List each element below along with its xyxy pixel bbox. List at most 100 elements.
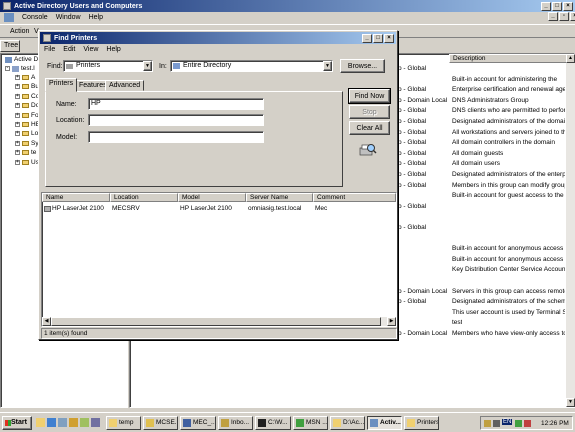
col-server-name[interactable]: Server Name [246,193,313,202]
expand-icon[interactable]: + [15,150,20,156]
maximize-button[interactable]: □ [552,1,562,11]
hscroll-thumb[interactable] [51,317,381,326]
description-header[interactable]: Description [449,54,567,63]
mdi-minimize-button[interactable]: _ [548,12,558,21]
ie-icon[interactable] [47,418,56,427]
in-select[interactable]: Entire Directory ▼ [170,60,333,72]
collapse-icon[interactable]: - [5,66,10,71]
find-now-button[interactable]: Find Now [348,88,391,104]
outlook-icon[interactable] [58,418,67,427]
description-cell: Built-in account for anonymous access to… [452,255,565,263]
tree-item[interactable]: + te [15,149,36,156]
tree-item[interactable]: + HE [15,121,40,128]
dialog-minimize-button[interactable]: _ [362,33,372,43]
close-button[interactable]: × [563,1,573,11]
language-indicator[interactable]: EN [502,419,513,425]
tree-item[interactable]: + Us [15,159,39,166]
scroll-up-button[interactable]: ▲ [566,54,575,63]
tray-icon-volume[interactable] [493,420,500,427]
expand-icon[interactable]: + [15,131,20,137]
taskbar-button[interactable]: MSN ... [293,416,328,430]
tree-item[interactable]: + A [15,74,35,81]
tree-item[interactable]: + Fo [15,112,39,119]
taskbar-button[interactable]: C:\W... [255,416,291,430]
dialog-close-button[interactable]: × [384,33,394,43]
description-cell: All domain controllers in the domain [452,139,555,147]
tray-icon-msn[interactable] [515,420,522,427]
details-scrollbar[interactable]: ▲ ▼ [566,54,575,407]
minimize-button[interactable]: _ [541,1,551,11]
expand-icon[interactable]: + [15,103,20,109]
taskbar-button[interactable]: MEC_... [180,416,216,430]
explorer-icon[interactable] [69,418,78,427]
dialog-maximize-button[interactable]: □ [373,33,383,43]
col-name[interactable]: Name [42,193,110,202]
model-field[interactable] [88,131,264,143]
tab-advanced[interactable]: Advanced [105,80,145,91]
desktop-icon[interactable] [91,418,100,427]
tray-icon-network[interactable] [484,420,491,427]
dialog-menu-file[interactable]: File [44,46,55,53]
tree-item[interactable]: + Sy [15,140,39,147]
folder-icon [22,131,29,137]
expand-icon[interactable]: + [15,84,20,90]
dialog-menu-help[interactable]: Help [106,46,120,53]
tree-item[interactable]: + Lo [15,130,38,137]
tree-item[interactable]: + Bu [15,83,39,90]
stop-button[interactable]: Stop [349,105,390,119]
col-model[interactable]: Model [178,193,246,202]
tab-printers[interactable]: Printers [45,78,78,92]
tree-item[interactable]: + Co [15,93,39,100]
mdi-restore-button[interactable]: ▫ [559,12,569,21]
scroll-down-button[interactable]: ▼ [566,398,575,407]
col-location[interactable]: Location [110,193,178,202]
taskbar-button[interactable]: Activ... [367,416,402,430]
in-dropdown-arrow[interactable]: ▼ [323,61,332,71]
find-printers-dialog: Find Printers _ □ × File Edit View Help … [38,30,398,340]
expand-icon[interactable]: + [15,75,20,80]
taskbar-button[interactable]: temp [106,416,141,430]
menu-console[interactable]: Console [22,14,48,21]
taskbar-button[interactable]: MCSE... [143,416,178,430]
quick-launch-icon[interactable] [36,418,45,427]
find-select[interactable]: Printers ▼ [63,60,153,72]
expand-icon[interactable]: + [15,140,20,146]
taskbar-button-label: Activ... [380,419,401,426]
expand-icon[interactable]: + [15,159,20,165]
location-field[interactable] [88,114,264,126]
taskbar-button[interactable]: D:\Ac... [330,416,365,430]
mdi-close-button[interactable]: × [570,12,575,21]
dialog-menu-edit[interactable]: Edit [63,46,75,53]
scroll-right-button[interactable]: ▶ [387,317,396,326]
action-menu[interactable]: Action [10,28,29,35]
task-icon [221,419,229,427]
tree-tab[interactable]: Tree [0,40,20,52]
tab-panel: Name: HP Location: Model: [45,91,343,187]
tree-item[interactable]: + Do [15,102,39,109]
results-list[interactable]: Name Location Model Server Name Comment … [41,192,397,327]
clock[interactable]: 12:26 PM [541,420,569,427]
tree-root[interactable]: Active Dir [5,56,42,63]
menu-help[interactable]: Help [89,14,103,21]
browse-button[interactable]: Browse... [340,59,385,73]
results-hscrollbar[interactable]: ◀ ▶ [42,317,396,326]
launch-icon[interactable] [80,418,89,427]
tray-icon-antivirus[interactable] [524,420,531,427]
expand-icon[interactable]: + [15,93,20,99]
menu-window[interactable]: Window [56,14,81,21]
taskbar-button[interactable]: Printers [404,416,439,430]
name-field[interactable]: HP [88,98,264,110]
model-label: Model: [56,134,78,141]
start-button[interactable]: Start [2,416,32,430]
find-dropdown-arrow[interactable]: ▼ [143,61,152,71]
folder-icon [22,75,29,80]
expand-icon[interactable]: + [15,112,20,118]
tree-domain[interactable]: - test.l [5,65,35,72]
result-row[interactable]: HP LaserJet 2100 MECSRV HP LaserJet 2100 om… [42,205,396,214]
expand-icon[interactable]: + [15,122,20,127]
clear-all-button[interactable]: Clear All [349,121,390,135]
dialog-menu-view[interactable]: View [83,46,98,53]
scroll-left-button[interactable]: ◀ [42,317,51,326]
taskbar-button[interactable]: Inbo... [218,416,253,430]
col-comment[interactable]: Comment [313,193,396,202]
